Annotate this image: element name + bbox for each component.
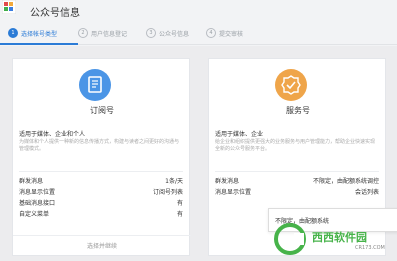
step-number: 3 — [146, 28, 156, 38]
active-step-indicator — [0, 43, 78, 45]
feature-row: 基础消息接口 有 — [19, 198, 183, 209]
feature-list: 群发消息 不限定，由配额系统调控 消息显示位置 会话列表 — [215, 176, 379, 198]
divider — [13, 235, 191, 236]
feature-value: 有 — [176, 200, 183, 207]
subscription-badge — [79, 69, 111, 101]
step-label: 用户信息登记 — [91, 30, 128, 38]
card-title: 服务号 — [286, 106, 310, 115]
feature-row: 群发消息 不限定，由配额系统调控 — [215, 176, 379, 187]
card-subtitle: 适用于媒体、企业 — [215, 131, 264, 138]
feature-key: 群发消息 — [19, 178, 44, 185]
divider — [19, 171, 183, 172]
feature-key: 自定义菜单 — [19, 211, 50, 218]
feature-row: 群发消息 1条/天 — [19, 176, 183, 187]
feature-key: 消息显示位置 — [19, 189, 56, 196]
feature-key: 基础消息接口 — [19, 200, 56, 207]
step-number: 2 — [78, 28, 88, 38]
feature-value: 不限定，由配额系统调控 — [312, 178, 379, 185]
feature-row: 自定义菜单 有 — [19, 209, 183, 220]
feature-row: 消息显示位置 会话列表 — [215, 187, 379, 198]
feature-key: 消息显示位置 — [215, 189, 252, 196]
step-number: 4 — [206, 28, 216, 38]
card-title: 订阅号 — [90, 106, 114, 115]
step-account-info: 3 公众号信息 — [146, 28, 189, 38]
step-label: 提交审核 — [219, 30, 244, 38]
feature-row: 消息显示位置 订阅号列表 — [19, 187, 183, 198]
step-label: 选择帐号类型 — [21, 30, 58, 38]
feature-value: 有 — [176, 211, 183, 218]
divider — [215, 171, 379, 172]
app-logo-icon — [2, 0, 16, 14]
top-bar: 公众号信息 — [0, 0, 397, 24]
watermark-url: CR173.COM — [355, 245, 385, 251]
service-badge — [275, 69, 307, 101]
seal-check-icon — [281, 75, 301, 95]
feature-key: 群发消息 — [215, 178, 240, 185]
step-submit-review: 4 提交审核 — [206, 28, 243, 38]
step-select-type: 1 选择帐号类型 — [8, 28, 57, 38]
step-user-info: 2 用户信息登记 — [78, 28, 127, 38]
document-icon — [88, 76, 102, 93]
card-description: 为媒体和个人提供一种新的信息传播方式，构建与读者之间更好的沟通与管理模式。 — [19, 139, 180, 152]
feature-value: 1条/天 — [165, 178, 183, 185]
watermark-name: 西西软件园 — [312, 231, 367, 244]
subscription-account-card[interactable]: 订阅号 适用于媒体、企业和个人 为媒体和个人提供一种新的信息传播方式，构建与读者… — [12, 58, 191, 256]
card-subtitle: 适用于媒体、企业和个人 — [19, 131, 86, 138]
page-title: 公众号信息 — [30, 8, 80, 19]
step-progress: 1 选择帐号类型 2 用户信息登记 3 公众号信息 4 提交审核 — [0, 24, 397, 45]
feature-value: 订阅号列表 — [152, 189, 183, 196]
card-description: 给企业和组织提供更强大的业务服务与用户管理能力，帮助企业快速实现全新的公众号服务… — [215, 139, 376, 152]
step-number: 1 — [8, 28, 18, 38]
select-continue-button[interactable]: 选择并继续 — [13, 241, 191, 250]
step-label: 公众号信息 — [159, 30, 190, 38]
feature-list: 群发消息 1条/天 消息显示位置 订阅号列表 基础消息接口 有 自定义菜单 有 — [19, 176, 183, 220]
feature-value: 会话列表 — [354, 189, 379, 196]
